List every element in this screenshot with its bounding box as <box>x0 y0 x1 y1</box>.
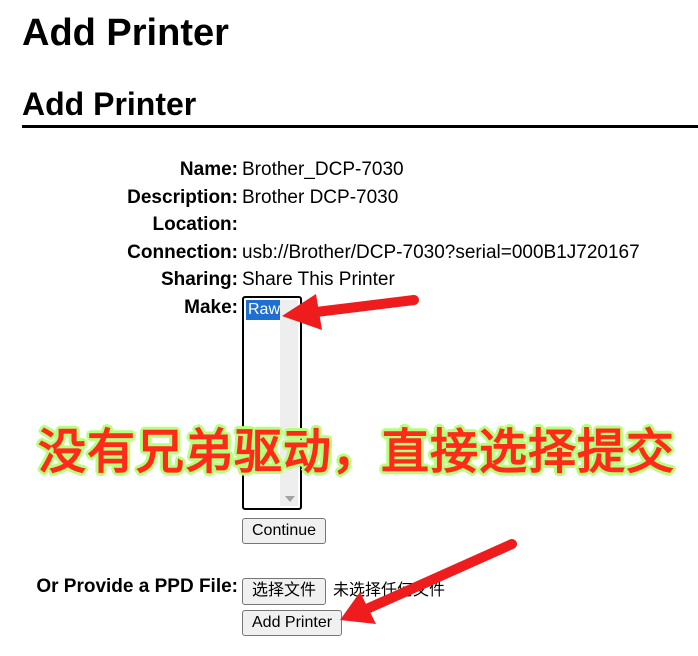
arrow-to-add-printer <box>340 539 517 624</box>
arrow-to-make <box>282 294 419 330</box>
annotation-arrows <box>282 294 517 624</box>
